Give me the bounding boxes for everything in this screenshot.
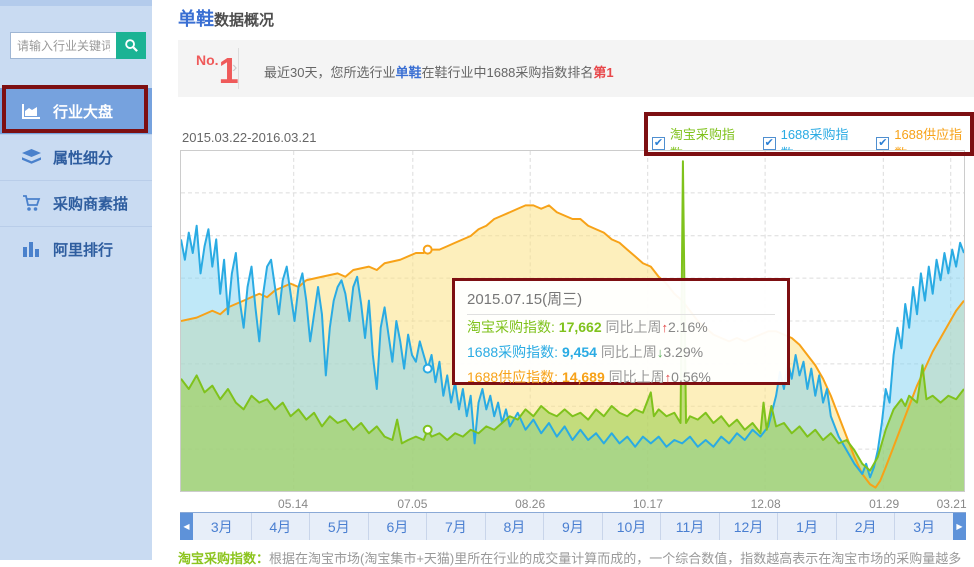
x-tick-label: 08.26 [515, 497, 545, 511]
legend-checkbox[interactable]: ✔ [876, 137, 889, 150]
sidebar-item-2[interactable]: 属性细分 [0, 134, 152, 180]
tooltip-compare-label: 同比上周 [609, 369, 665, 385]
x-axis-labels: 05.14 07.05 08.26 10.17 12.08 01.29 03.21 [180, 497, 965, 511]
area-chart-icon [22, 103, 41, 120]
month-pager: ◀ 3月4月5月6月7月8月9月10月11月12月1月2月3月 ▶ [180, 512, 966, 540]
month-tab-6[interactable]: 8月 [486, 513, 545, 540]
rank-no-label: No. [196, 52, 219, 68]
chevron-right-icon: › [232, 58, 237, 78]
month-tabs: 3月4月5月6月7月8月9月10月11月12月1月2月3月 [193, 513, 953, 540]
tooltip-row: 1688采购指数: 9,454 同比上周↓3.29% [467, 340, 775, 365]
tooltip-rows: 淘宝采购指数: 17,662 同比上周↑2.16%1688采购指数: 9,454… [467, 315, 775, 390]
tooltip-row: 淘宝采购指数: 17,662 同比上周↑2.16% [467, 315, 775, 340]
month-tab-9[interactable]: 11月 [661, 513, 720, 540]
month-tab-7[interactable]: 9月 [544, 513, 603, 540]
chart-tooltip: 2015.07.15(周三) 淘宝采购指数: 17,662 同比上周↑2.16%… [452, 278, 790, 385]
sidebar-item-4[interactable]: 阿里排行 [0, 226, 152, 272]
tooltip-percent: 3.29% [663, 344, 703, 360]
month-tab-11[interactable]: 1月 [778, 513, 837, 540]
banner-divider [238, 48, 239, 89]
sidebar-item-label: 属性细分 [53, 147, 113, 168]
month-tab-3[interactable]: 5月 [310, 513, 369, 540]
sidebar: 行业大盘属性细分采购商素描阿里排行 [0, 0, 152, 560]
x-tick-label: 03.21 [937, 497, 967, 511]
banner-text-middle: 在鞋行业中1688采购指数排名 [421, 65, 593, 80]
footnote-label: 淘宝采购指数： [178, 551, 269, 566]
month-tab-4[interactable]: 6月 [369, 513, 428, 540]
tooltip-series-label: 1688供应指数: 14,689 [467, 369, 605, 385]
tooltip-date: 2015.07.15(周三) [467, 288, 775, 315]
banner-rank-text: 第1 [593, 65, 613, 80]
page-title: 单鞋数据概况 [178, 5, 274, 31]
sidebar-item-3[interactable]: 采购商素描 [0, 180, 152, 226]
month-tab-8[interactable]: 10月 [603, 513, 662, 540]
index-definition-footnote: 淘宝采购指数：根据在淘宝市场(淘宝集市+天猫)里所在行业的成交量计算而成的，一个… [178, 548, 961, 567]
prev-month-button[interactable]: ◀ [180, 513, 193, 540]
rank-banner-text: 最近30天，您所选行业单鞋在鞋行业中1688采购指数排名第1 [264, 62, 614, 81]
page-title-rest: 数据概况 [214, 12, 274, 29]
month-tab-5[interactable]: 7月 [427, 513, 486, 540]
sidebar-item-label: 采购商素描 [53, 193, 128, 214]
sidebar-item-label: 阿里排行 [53, 239, 113, 260]
legend-checkbox[interactable]: ✔ [652, 137, 665, 150]
tooltip-percent: 2.16% [668, 319, 708, 335]
tooltip-compare-label: 同比上周 [601, 344, 657, 360]
x-tick-label: 05.14 [278, 497, 308, 511]
x-tick-label: 10.17 [633, 497, 663, 511]
month-tab-1[interactable]: 3月 [193, 513, 252, 540]
next-month-button[interactable]: ▶ [953, 513, 966, 540]
legend-checkbox[interactable]: ✔ [763, 137, 776, 150]
sidebar-item-1[interactable]: 行业大盘 [0, 88, 152, 134]
sidebar-top-strip [0, 0, 152, 6]
search-input[interactable] [10, 32, 116, 59]
rank-banner: No.1 › 最近30天，您所选行业单鞋在鞋行业中1688采购指数排名第1 [178, 40, 974, 97]
x-tick-label: 01.29 [869, 497, 899, 511]
sidebar-item-label: 行业大盘 [53, 101, 113, 122]
tooltip-row: 1688供应指数: 14,689 同比上周↑0.56% [467, 365, 775, 390]
cart-icon [22, 195, 41, 212]
page-title-keyword: 单鞋 [178, 9, 214, 29]
month-tab-12[interactable]: 2月 [837, 513, 896, 540]
tooltip-series-label: 淘宝采购指数: 17,662 [467, 319, 602, 335]
search-button[interactable] [116, 32, 146, 59]
search-icon [124, 38, 139, 53]
footnote-text: 根据在淘宝市场(淘宝集市+天猫)里所在行业的成交量计算而成的，一个综合数值，指数… [269, 551, 961, 566]
chart-date-range: 2015.03.22-2016.03.21 [182, 130, 316, 145]
banner-text-prefix: 最近30天，您所选行业 [264, 65, 395, 80]
month-tab-2[interactable]: 4月 [252, 513, 311, 540]
sidebar-menu: 行业大盘属性细分采购商素描阿里排行 [0, 88, 152, 272]
tooltip-percent: 0.56% [671, 369, 711, 385]
month-tab-13[interactable]: 3月 [895, 513, 953, 540]
x-tick-label: 07.05 [397, 497, 427, 511]
tooltip-compare-label: 同比上周 [606, 319, 662, 335]
bar-chart-icon [22, 241, 41, 258]
industry-search [10, 32, 146, 59]
tooltip-series-label: 1688采购指数: 9,454 [467, 344, 597, 360]
banner-keyword: 单鞋 [395, 65, 421, 80]
x-tick-label: 12.08 [751, 497, 781, 511]
month-tab-10[interactable]: 12月 [720, 513, 779, 540]
layers-icon [22, 149, 41, 166]
